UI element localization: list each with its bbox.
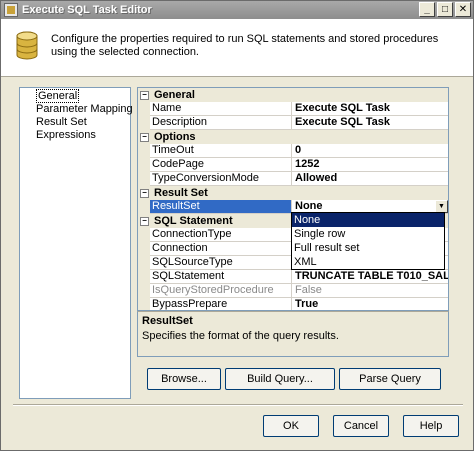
database-icon <box>16 31 38 60</box>
property-row-bypassprepare[interactable]: BypassPrepare True <box>138 298 448 310</box>
property-value[interactable]: 0 <box>292 144 448 158</box>
parse-query-button[interactable]: Parse Query <box>339 368 441 390</box>
nav-item-label: Parameter Mapping <box>36 103 133 115</box>
property-value: False <box>292 284 448 298</box>
description-text: Specifies the format of the query result… <box>142 330 339 342</box>
nav-item-parameter-mapping[interactable]: Parameter Mapping <box>20 103 133 116</box>
property-row-typeconversionmode[interactable]: TypeConversionMode Allowed <box>138 172 448 186</box>
category-label: Options <box>154 131 196 143</box>
property-name: SQLStatement <box>150 270 292 284</box>
property-value[interactable]: True <box>292 298 448 310</box>
page-nav-list: General Parameter Mapping Result Set Exp… <box>19 87 133 399</box>
collapse-icon[interactable]: − <box>140 133 149 142</box>
property-name: SQLSourceType <box>150 256 292 270</box>
nav-item-result-set[interactable]: Result Set <box>20 116 130 129</box>
property-description-panel: ResultSet Specifies the format of the qu… <box>137 311 449 357</box>
property-name: Name <box>150 102 292 116</box>
category-label: Result Set <box>154 187 208 199</box>
build-query-button[interactable]: Build Query... <box>225 368 335 390</box>
property-name: ConnectionType <box>150 228 292 242</box>
property-value[interactable]: Execute SQL Task <box>292 116 448 130</box>
browse-button[interactable]: Browse... <box>147 368 221 390</box>
title-bar[interactable]: Execute SQL Task Editor _ □ ✕ <box>1 1 473 19</box>
dropdown-option-none[interactable]: None <box>292 213 444 227</box>
category-label: General <box>154 89 195 101</box>
separator <box>13 404 463 406</box>
maximize-button[interactable]: □ <box>437 2 453 17</box>
window-title: Execute SQL Task Editor <box>22 4 152 16</box>
property-name: CodePage <box>150 158 292 172</box>
category-label: SQL Statement <box>154 215 233 227</box>
category-options[interactable]: − Options <box>138 130 448 144</box>
property-row-description[interactable]: Description Execute SQL Task <box>138 116 448 130</box>
property-name: ResultSet <box>150 200 292 214</box>
app-icon <box>4 3 18 17</box>
property-name: TypeConversionMode <box>150 172 292 186</box>
minimize-button[interactable]: _ <box>419 2 435 17</box>
property-row-timeout[interactable]: TimeOut 0 <box>138 144 448 158</box>
collapse-icon[interactable]: − <box>140 91 149 100</box>
property-name: BypassPrepare <box>150 298 292 310</box>
resultset-dropdown-list: None Single row Full result set XML <box>291 212 445 270</box>
category-result-set[interactable]: − Result Set <box>138 186 448 200</box>
collapse-icon[interactable]: − <box>140 217 149 226</box>
property-name: Description <box>150 116 292 130</box>
nav-item-expressions[interactable]: Expressions <box>20 129 130 142</box>
dropdown-option-full-result-set[interactable]: Full result set <box>292 241 444 255</box>
category-general[interactable]: − General <box>138 88 448 102</box>
property-grid: − General Name Execute SQL Task Descript… <box>137 87 449 311</box>
header-area: Configure the properties required to run… <box>1 19 473 77</box>
collapse-icon[interactable]: − <box>140 189 149 198</box>
nav-item-label: Expressions <box>36 129 96 141</box>
nav-item-label: Result Set <box>36 116 87 128</box>
property-value[interactable]: Allowed <box>292 172 448 186</box>
help-button[interactable]: Help <box>403 415 459 437</box>
nav-item-general[interactable]: General <box>20 89 130 103</box>
property-row-sqlstatement[interactable]: SQLStatement TRUNCATE TABLE T010_SALES_O <box>138 270 448 284</box>
property-name: TimeOut <box>150 144 292 158</box>
header-description: Configure the properties required to run… <box>51 33 439 58</box>
ok-button[interactable]: OK <box>263 415 319 437</box>
dropdown-option-single-row[interactable]: Single row <box>292 227 444 241</box>
description-title: ResultSet <box>142 315 193 327</box>
execute-sql-task-editor-window: Execute SQL Task Editor _ □ ✕ Configure … <box>0 0 474 451</box>
dropdown-option-xml[interactable]: XML <box>292 255 444 269</box>
property-name: Connection <box>150 242 292 256</box>
property-name: IsQueryStoredProcedure <box>150 284 292 298</box>
property-row-name[interactable]: Name Execute SQL Task <box>138 102 448 116</box>
nav-item-label: General <box>36 89 80 103</box>
cancel-button[interactable]: Cancel <box>333 415 389 437</box>
close-button[interactable]: ✕ <box>455 2 471 17</box>
property-value[interactable]: 1252 <box>292 158 448 172</box>
property-row-isquerystoredprocedure[interactable]: IsQueryStoredProcedure False <box>138 284 448 298</box>
window-controls: _ □ ✕ <box>419 2 471 17</box>
property-row-codepage[interactable]: CodePage 1252 <box>138 158 448 172</box>
resultset-value: None <box>295 200 323 212</box>
property-value[interactable]: TRUNCATE TABLE T010_SALES_O <box>292 270 448 284</box>
property-value[interactable]: Execute SQL Task <box>292 102 448 116</box>
